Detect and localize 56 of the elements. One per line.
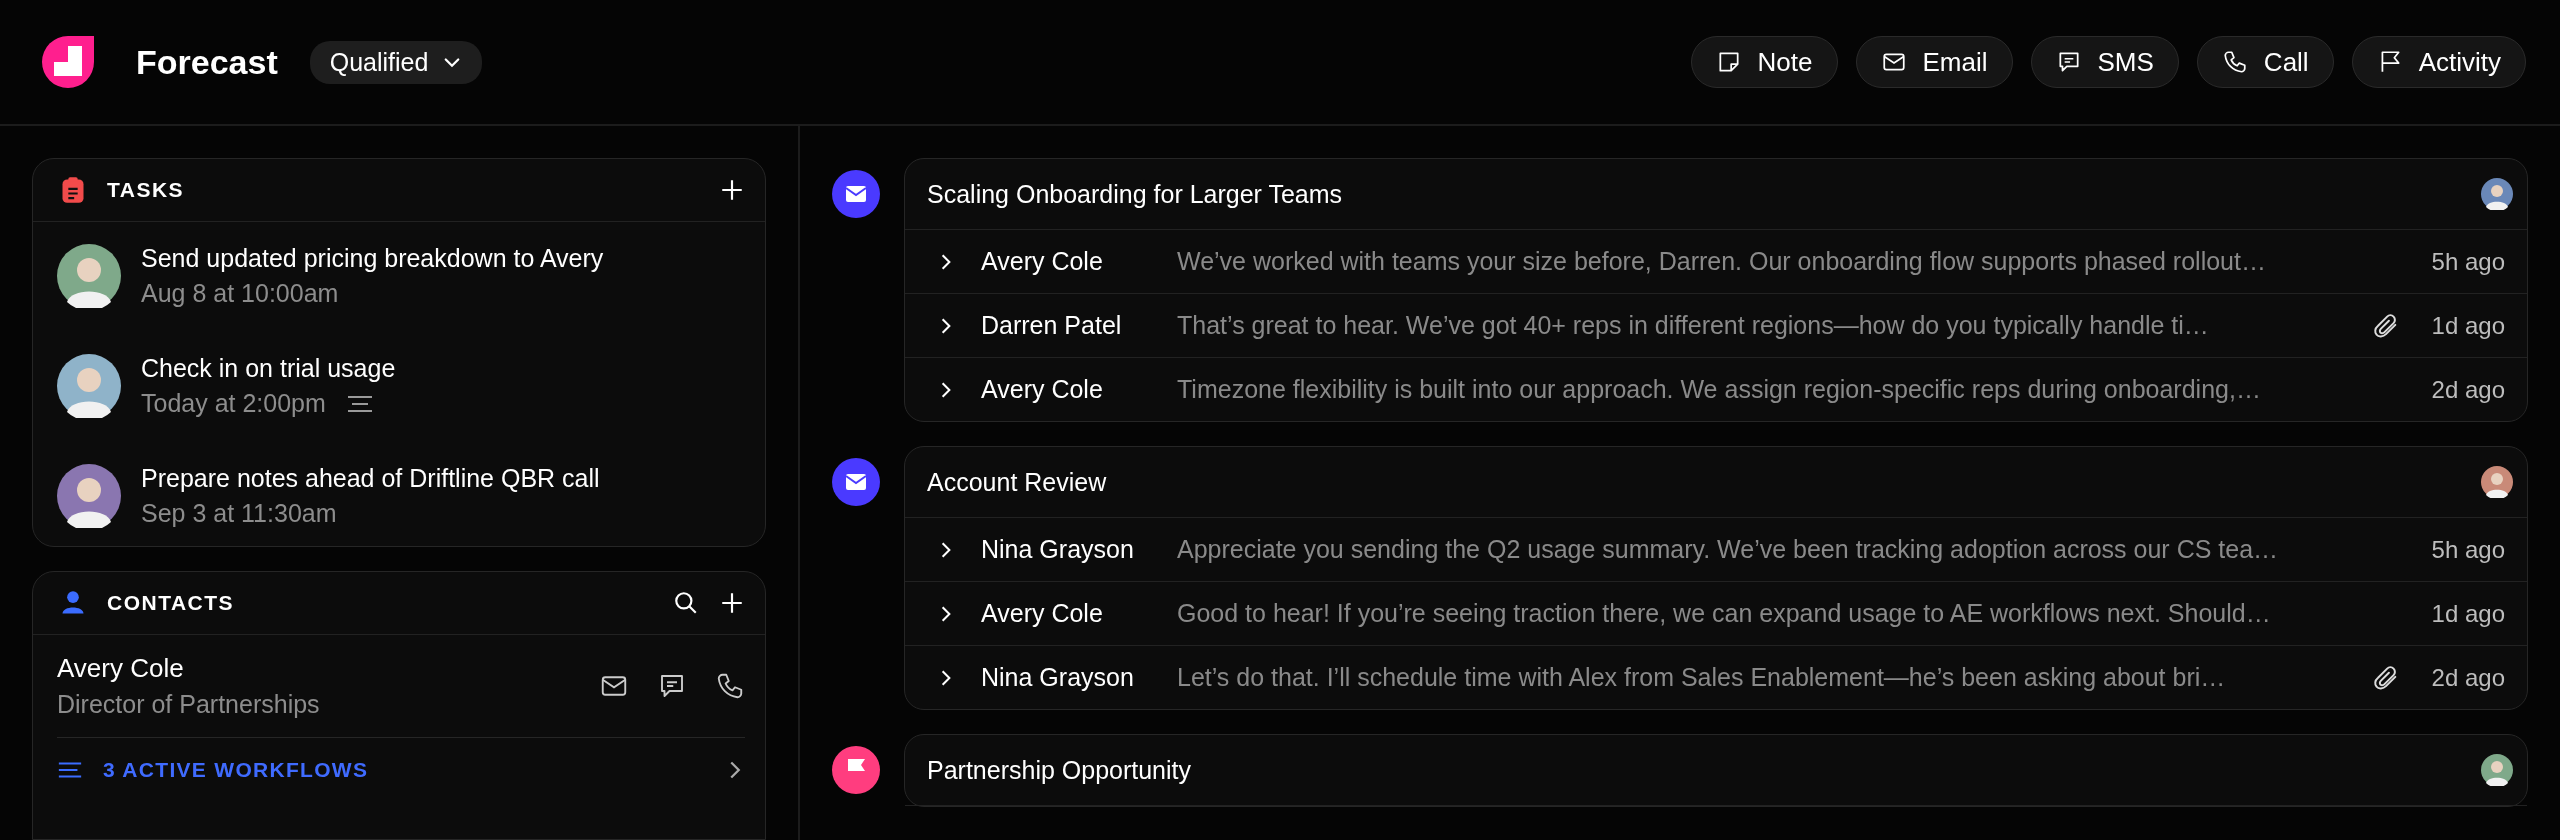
message-preview: Timezone flexibility is built into our approach. We assign region-specific reps during onboarding,… bbox=[1177, 375, 2262, 404]
notes-icon bbox=[345, 393, 374, 414]
page-title: Forecast bbox=[136, 42, 278, 82]
task-title: Prepare notes ahead of Driftline QBR call bbox=[141, 464, 600, 493]
call-button[interactable]: Call bbox=[2196, 36, 2334, 88]
sender-name: Nina Grayson bbox=[981, 535, 1135, 564]
message-time: 1d ago bbox=[2431, 599, 2505, 628]
contact-role: Director of Partnerships bbox=[57, 690, 321, 719]
thread-title: Scaling Onboarding for Larger Teams bbox=[927, 179, 1343, 209]
task-title: Send updated pricing breakdown to Avery bbox=[141, 244, 604, 273]
section-title: CONTACTS bbox=[107, 591, 235, 615]
message-row[interactable]: Nina Grayson Let’s do that. I’ll schedule time with Alex from Sales Enablement—he’s been asking about bri… 2d ago bbox=[905, 646, 2527, 709]
email-button[interactable]: Email bbox=[1855, 36, 2013, 88]
message-preview: We’ve worked with teams your size before, Darren. Our onboarding flow supports phased rollout… bbox=[1177, 247, 2267, 276]
list-icon bbox=[57, 760, 83, 780]
message-row[interactable]: Avery Cole Good to hear! If you’re seeing traction there, we can expand usage to AE workflows next. Should… 1d ago bbox=[905, 582, 2527, 646]
add-icon[interactable] bbox=[719, 590, 745, 616]
phone-icon[interactable] bbox=[715, 671, 745, 701]
thread-title: Account Review bbox=[927, 467, 1107, 497]
sender-name: Avery Cole bbox=[981, 247, 1104, 276]
sender-name: Nina Grayson bbox=[981, 663, 1135, 692]
message-preview: Good to hear! If you’re seeing traction there, we can expand usage to AE workflows next. Should… bbox=[1177, 599, 2272, 628]
message-row[interactable]: Avery Cole Timezone flexibility is built into our approach. We assign region-specific reps during onboarding,… 2d ago bbox=[905, 358, 2527, 421]
message-preview: That’s great to hear. We’ve got 40+ reps in different regions—how do you typically handle ti… bbox=[1177, 311, 2210, 340]
sender-name: Avery Cole bbox=[981, 375, 1104, 404]
message-row[interactable]: Avery Cole We’ve worked with teams your size before, Darren. Our onboarding flow supports phased rollout… 5h ago bbox=[905, 230, 2527, 294]
flag-icon bbox=[832, 746, 880, 794]
message-time: 2d ago bbox=[2431, 375, 2505, 404]
sender-name: Avery Cole bbox=[981, 599, 1104, 628]
phone-icon bbox=[2221, 49, 2248, 75]
section-title: TASKS bbox=[107, 178, 185, 202]
message-time: 5h ago bbox=[2431, 535, 2505, 564]
message-row[interactable]: Darren Patel That’s great to hear. We’ve got 40+ reps in different regions—how do you typically handle ti… 1d ago bbox=[905, 294, 2527, 358]
message-preview: Appreciate you sending the Q2 usage summary. We’ve been tracking adoption across our CS tea… bbox=[1177, 535, 2280, 564]
mail-icon bbox=[832, 458, 880, 506]
task-due-date: Today at 2:00pm bbox=[141, 389, 326, 418]
contact-name: Avery Cole bbox=[57, 653, 185, 684]
message-time: 2d ago bbox=[2431, 663, 2505, 692]
thread-title: Partnership Opportunity bbox=[927, 755, 1192, 785]
message-preview: Let’s do that. I’ll schedule time with Alex from Sales Enablement—he’s been asking about bri… bbox=[1177, 663, 2227, 692]
note-button[interactable]: Note bbox=[1690, 36, 1838, 88]
task-title: Check in on trial usage bbox=[141, 354, 396, 383]
workflows-link[interactable]: 3 ACTIVE WORKFLOWS bbox=[57, 738, 745, 802]
message-row[interactable]: Nina Grayson Appreciate you sending the Q2 usage summary. We’ve been tracking adoption across our CS tea… 5h ago bbox=[905, 518, 2527, 582]
sender-name: Darren Patel bbox=[981, 311, 1123, 340]
task-due-date: Aug 8 at 10:00am bbox=[141, 279, 339, 308]
stage-dropdown[interactable]: Qualified bbox=[309, 40, 483, 84]
add-icon[interactable] bbox=[719, 177, 745, 203]
activity-button[interactable]: Activity bbox=[2351, 36, 2526, 88]
mail-icon bbox=[832, 170, 880, 218]
task-due-date: Sep 3 at 11:30am bbox=[141, 499, 337, 528]
message-time: 5h ago bbox=[2431, 247, 2505, 276]
message-time: 1d ago bbox=[2431, 311, 2505, 340]
logo-icon bbox=[40, 34, 96, 90]
search-icon[interactable] bbox=[673, 590, 699, 616]
sms-button[interactable]: SMS bbox=[2030, 36, 2179, 88]
